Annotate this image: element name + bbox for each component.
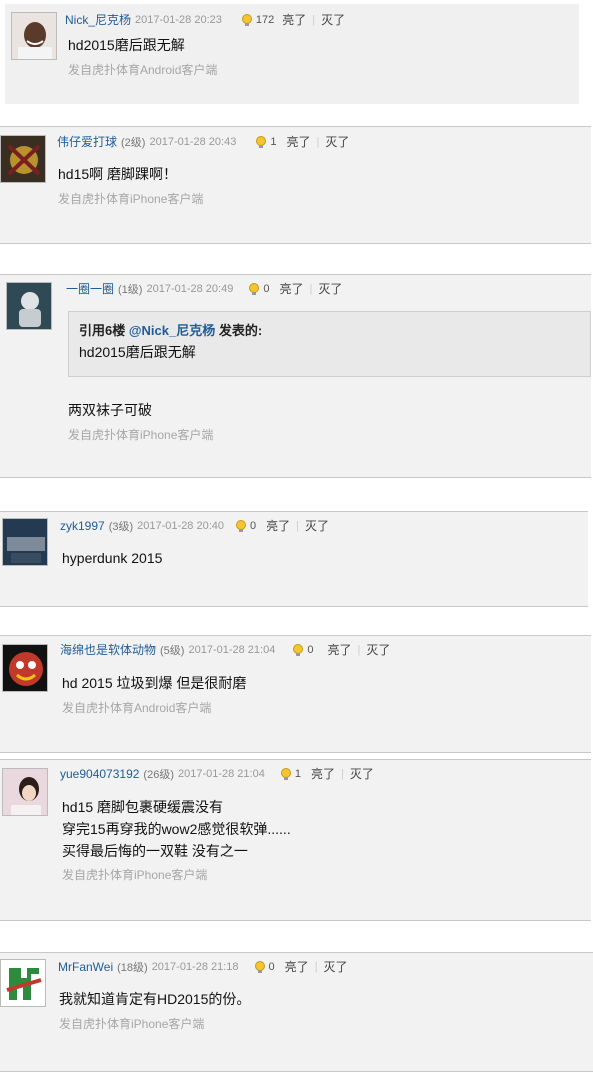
avatar-image [1, 136, 45, 182]
avatar[interactable] [2, 518, 48, 566]
light-button[interactable]: 亮了 [279, 280, 303, 297]
post-content: hd15啊 磨脚踝啊！ [58, 166, 178, 182]
username-link[interactable]: zyk1997 [60, 519, 105, 533]
post-content: hyperdunk 2015 [62, 550, 163, 566]
light-count: 0 [250, 519, 257, 532]
divider: | [309, 282, 313, 295]
post-time: 2017-01-28 21:04 [177, 767, 265, 780]
avatar-image [3, 645, 47, 691]
post-content-line: 穿完15再穿我的wow2感觉很软弹...... [62, 821, 291, 837]
user-level: (2级) [121, 136, 146, 149]
dim-button[interactable]: 灭了 [325, 133, 349, 150]
quote-prefix: 引用6楼 [79, 323, 129, 338]
post-card: 海绵也是软体动物 (5级) 2017-01-28 21:04 0 亮了 | 灭了… [0, 635, 591, 753]
post-content-line: hd15 磨脚包裹硬缓震没有 [62, 799, 224, 815]
avatar-image [3, 519, 47, 565]
avatar-image [7, 283, 51, 329]
divider: | [312, 13, 316, 26]
light-count: 172 [255, 13, 275, 26]
avatar-image [1, 960, 45, 1006]
username-link[interactable]: MrFanWei [58, 960, 113, 974]
client-source: 发自虎扑体育Android客户端 [68, 63, 218, 77]
light-button[interactable]: 亮了 [327, 641, 351, 658]
post-content-line: 买得最后悔的一双鞋 没有之一 [62, 843, 248, 859]
lightbulb-icon [293, 643, 304, 656]
client-source: 发自虎扑体育iPhone客户端 [62, 868, 208, 882]
dim-button[interactable]: 灭了 [350, 765, 374, 782]
post-card: Nick_尼克杨 2017-01-28 20:23 172 亮了 | 灭了 hd… [5, 4, 579, 104]
post-time: 2017-01-28 20:23 [135, 13, 222, 26]
divider: | [296, 519, 300, 532]
post-card: 一圈一圈 (1级) 2017-01-28 20:49 0 亮了 | 灭了 引用6… [0, 274, 591, 478]
post-card: MrFanWei (18级) 2017-01-28 21:18 0 亮了 | 灭… [0, 952, 593, 1072]
user-level: (26级) [143, 768, 174, 781]
avatar[interactable] [11, 12, 57, 60]
post-time: 2017-01-28 20:49 [146, 282, 234, 295]
lightbulb-icon [241, 13, 252, 26]
user-level: (3级) [108, 520, 134, 533]
quote-text: hd2015磨后跟无解 [79, 344, 196, 360]
dim-button[interactable]: 灭了 [305, 517, 329, 534]
light-count: 0 [268, 960, 275, 973]
light-button[interactable]: 亮了 [286, 133, 310, 150]
avatar-image [12, 13, 56, 59]
avatar[interactable] [2, 644, 48, 692]
client-source: 发自虎扑体育iPhone客户端 [58, 192, 204, 206]
post-time: 2017-01-28 20:40 [137, 519, 225, 532]
username-link[interactable]: Nick_尼克杨 [65, 11, 131, 28]
lightbulb-icon [256, 135, 267, 148]
dim-button[interactable]: 灭了 [366, 641, 390, 658]
avatar[interactable] [6, 282, 52, 330]
avatar[interactable] [0, 959, 46, 1007]
post-content: 我就知道肯定有HD2015的份。 [59, 991, 251, 1007]
username-link[interactable]: 一圈一圈 [66, 280, 114, 297]
divider: | [340, 767, 344, 780]
light-count: 1 [270, 135, 277, 148]
dim-button[interactable]: 灭了 [324, 958, 348, 975]
light-button[interactable]: 亮了 [285, 958, 309, 975]
post-card: zyk1997 (3级) 2017-01-28 20:40 0 亮了 | 灭了 … [0, 511, 588, 607]
quote-block: 引用6楼 @Nick_尼克杨 发表的: hd2015磨后跟无解 [68, 311, 591, 377]
light-button[interactable]: 亮了 [282, 11, 306, 28]
post-card: 伟仔爱打球 (2级) 2017-01-28 20:43 1 亮了 | 灭了 hd… [0, 126, 591, 244]
light-count: 0 [307, 643, 314, 656]
lightbulb-icon [280, 767, 291, 780]
lightbulb-icon [254, 960, 265, 973]
lightbulb-icon [249, 282, 260, 295]
avatar-image [3, 769, 47, 815]
avatar[interactable] [0, 135, 46, 183]
divider: | [316, 135, 320, 148]
light-button[interactable]: 亮了 [266, 517, 290, 534]
quote-header: 引用6楼 @Nick_尼克杨 发表的: [79, 320, 262, 339]
post-content: hd 2015 垃圾到爆 但是很耐磨 [62, 675, 247, 691]
post-time: 2017-01-28 21:04 [188, 643, 276, 656]
username-link[interactable]: 伟仔爱打球 [57, 133, 117, 150]
divider: | [314, 960, 318, 973]
dim-button[interactable]: 灭了 [318, 280, 342, 297]
post-content: hd2015磨后跟无解 [68, 37, 185, 53]
divider: | [357, 643, 361, 656]
user-level: (1级) [118, 283, 143, 296]
username-link[interactable]: 海绵也是软体动物 [60, 641, 156, 658]
user-level: (5级) [160, 644, 185, 657]
light-count: 1 [294, 767, 301, 780]
client-source: 发自虎扑体育Android客户端 [62, 701, 212, 715]
post-content: 两双袜子可破 [68, 402, 152, 418]
post-time: 2017-01-28 20:43 [149, 135, 237, 148]
avatar[interactable] [2, 768, 48, 816]
light-button[interactable]: 亮了 [311, 765, 335, 782]
post-card: yue904073192 (26级) 2017-01-28 21:04 1 亮了… [0, 759, 591, 921]
dim-button[interactable]: 灭了 [321, 11, 345, 28]
user-level: (18级) [117, 961, 148, 974]
lightbulb-icon [236, 519, 247, 532]
quote-suffix: 发表的: [215, 323, 263, 338]
post-time: 2017-01-28 21:18 [151, 960, 239, 973]
quote-user-link[interactable]: @Nick_尼克杨 [129, 323, 215, 338]
username-link[interactable]: yue904073192 [60, 767, 139, 781]
client-source: 发自虎扑体育iPhone客户端 [59, 1017, 205, 1031]
client-source: 发自虎扑体育iPhone客户端 [68, 428, 214, 442]
light-count: 0 [263, 282, 270, 295]
